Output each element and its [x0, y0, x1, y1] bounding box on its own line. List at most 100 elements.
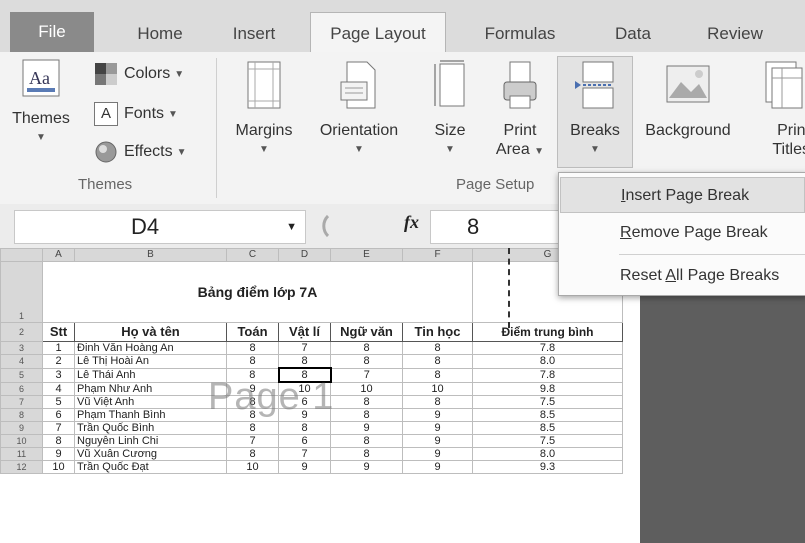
cell[interactable]: 8	[402, 354, 473, 369]
cell[interactable]: 9	[42, 447, 75, 461]
tab-review[interactable]: Review	[690, 20, 780, 50]
row-header[interactable]: 6	[0, 381, 43, 396]
cell[interactable]: 6	[278, 434, 331, 448]
row-header[interactable]: 9	[0, 421, 43, 435]
print-area-button[interactable]: Print Area ▼	[488, 60, 552, 161]
cell[interactable]: 7.8	[472, 341, 623, 355]
cell[interactable]: 8	[402, 367, 473, 383]
cell[interactable]: Lê Thái Anh	[74, 367, 227, 383]
header-cell[interactable]: Vật lí	[278, 322, 331, 342]
cell[interactable]: 9.8	[472, 381, 623, 396]
cell[interactable]: Lê Thị Hoài An	[74, 354, 227, 369]
cell[interactable]: Trần Quốc Đạt	[74, 460, 227, 474]
colors-button[interactable]: Colors ▼	[94, 62, 184, 86]
cell[interactable]: Vũ Việt Anh	[74, 395, 227, 409]
cell[interactable]: 2	[42, 354, 75, 369]
header-cell[interactable]: Toán	[226, 322, 279, 342]
row-header[interactable]: 4	[0, 354, 43, 369]
themes-button[interactable]: Aa Themes ▼	[6, 58, 76, 147]
cell[interactable]: 9	[402, 434, 473, 448]
margins-button[interactable]: Margins ▼	[224, 60, 304, 159]
cell[interactable]: 9	[402, 421, 473, 435]
cell[interactable]: 8	[330, 447, 403, 461]
row-header[interactable]: 7	[0, 395, 43, 409]
cell[interactable]: 9	[278, 460, 331, 474]
cell[interactable]: 10	[226, 460, 279, 474]
cell[interactable]: 8.5	[472, 408, 623, 422]
cell[interactable]: 7	[330, 367, 403, 383]
cell[interactable]: 8	[278, 354, 331, 369]
cell[interactable]: 9	[402, 408, 473, 422]
cell[interactable]: 4	[42, 381, 75, 396]
cell[interactable]: 8.0	[472, 447, 623, 461]
column-header[interactable]: E	[330, 248, 403, 262]
effects-button[interactable]: Effects ▼	[94, 140, 187, 164]
orientation-button[interactable]: Orientation ▼	[304, 60, 414, 159]
header-cell[interactable]: Điểm trung bình	[472, 322, 623, 342]
column-header[interactable]: C	[226, 248, 279, 262]
cell[interactable]: 8	[226, 354, 279, 369]
cell[interactable]: 9	[330, 460, 403, 474]
cell[interactable]: 10	[42, 460, 75, 474]
insert-function-icon[interactable]: fx	[404, 212, 419, 233]
row-header[interactable]: 3	[0, 341, 43, 355]
cell[interactable]: 8	[226, 447, 279, 461]
fonts-button[interactable]: A Fonts ▼	[94, 102, 178, 126]
formula-input[interactable]: 8	[430, 210, 562, 244]
cell[interactable]: 1	[42, 341, 75, 355]
tab-file[interactable]: File	[10, 12, 94, 52]
cell[interactable]: 9	[330, 421, 403, 435]
cell[interactable]: Đinh Văn Hoàng An	[74, 341, 227, 355]
header-cell[interactable]: Tin học	[402, 322, 473, 342]
cell[interactable]: 8	[42, 434, 75, 448]
sheet-title-cell[interactable]: Bảng điểm lớp 7A	[42, 261, 473, 323]
cell[interactable]: 6	[42, 408, 75, 422]
cell[interactable]: 8	[330, 395, 403, 409]
row-header[interactable]: 10	[0, 434, 43, 448]
row-header[interactable]: 5	[0, 367, 43, 383]
size-button[interactable]: Size ▼	[420, 60, 480, 159]
background-button[interactable]: Background	[632, 60, 744, 140]
print-titles-button[interactable]: Print Titles	[750, 60, 805, 159]
cell[interactable]: 8	[330, 434, 403, 448]
cell[interactable]: 7.5	[472, 434, 623, 448]
chevron-down-icon[interactable]: ▼	[286, 211, 297, 243]
cell[interactable]: 8	[226, 421, 279, 435]
name-box[interactable]: D4 ▼	[14, 210, 306, 244]
header-cell[interactable]: Ngữ văn	[330, 322, 403, 342]
cell[interactable]: 10	[402, 381, 473, 396]
formula-bar-resize-handle-icon[interactable]	[310, 214, 332, 238]
cell[interactable]: 7	[278, 447, 331, 461]
header-cell[interactable]: Họ và tên	[74, 322, 227, 342]
cell[interactable]: 8	[278, 421, 331, 435]
cell[interactable]: 8	[330, 408, 403, 422]
cell[interactable]: Vũ Xuân Cương	[74, 447, 227, 461]
column-header[interactable]: B	[74, 248, 227, 262]
cell[interactable]: 7.8	[472, 367, 623, 383]
cell[interactable]: 7	[226, 434, 279, 448]
menu-item-insert-page-break[interactable]: Insert Page Break	[560, 177, 805, 213]
row-header[interactable]: 12	[0, 460, 43, 474]
select-all-corner[interactable]	[0, 248, 43, 262]
cell[interactable]: Nguyễn Linh Chi	[74, 434, 227, 448]
cell[interactable]: 8	[226, 341, 279, 355]
column-header[interactable]: F	[402, 248, 473, 262]
cell[interactable]: Phạm Như Anh	[74, 381, 227, 396]
row-header[interactable]: 1	[0, 261, 43, 323]
tab-insert[interactable]: Insert	[214, 20, 294, 50]
breaks-button[interactable]: Breaks ▼	[560, 60, 630, 159]
cell[interactable]: 8.5	[472, 421, 623, 435]
tab-page-layout[interactable]: Page Layout	[310, 12, 446, 54]
column-header[interactable]: D	[278, 248, 331, 262]
cell[interactable]: 9	[402, 460, 473, 474]
cell[interactable]: Phạm Thanh Bình	[74, 408, 227, 422]
cell[interactable]: 8	[402, 341, 473, 355]
header-cell[interactable]: Stt	[42, 322, 75, 342]
cell[interactable]: 8.0	[472, 354, 623, 369]
cell[interactable]: 3	[42, 367, 75, 383]
tab-formulas[interactable]: Formulas	[470, 20, 570, 50]
cell[interactable]: 7	[42, 421, 75, 435]
column-header[interactable]: A	[42, 248, 75, 262]
menu-item-reset-all-page-breaks[interactable]: Reset All Page Breaks	[560, 258, 805, 294]
cell[interactable]: 9.3	[472, 460, 623, 474]
